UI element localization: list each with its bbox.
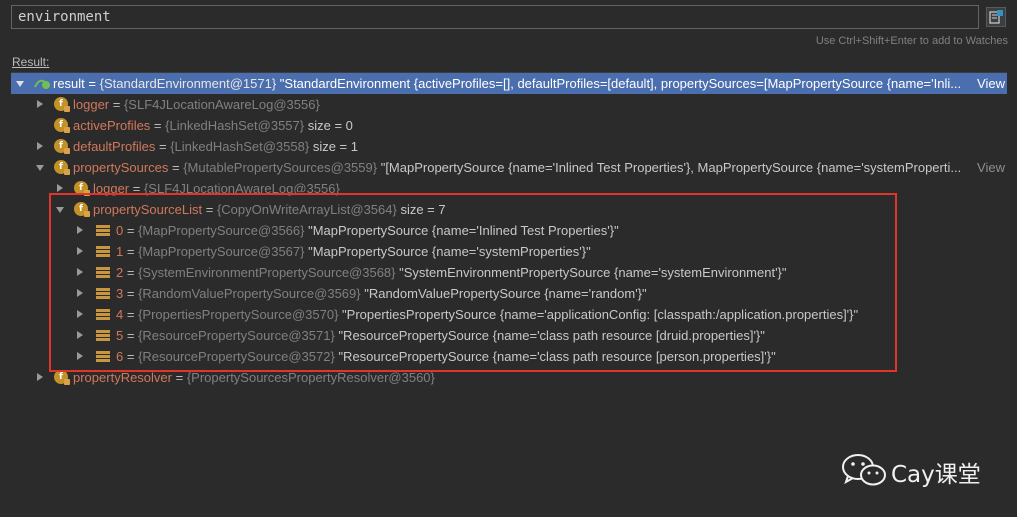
expand-arrow-icon[interactable] (57, 184, 63, 192)
add-to-watches-button[interactable] (986, 7, 1006, 27)
expand-arrow-icon[interactable] (37, 100, 43, 108)
wechat-icon (842, 454, 886, 486)
field-icon: f (54, 118, 70, 133)
tree-row-defaultProfiles[interactable]: f defaultProfiles = {LinkedHashSet@3558}… (11, 136, 1007, 157)
field-icon: f (54, 370, 70, 385)
view-link[interactable]: View (977, 73, 1005, 94)
field-icon: f (54, 97, 70, 112)
tree-row-propertySources[interactable]: f propertySources = {MutablePropertySour… (11, 157, 1007, 178)
expand-arrow-icon[interactable] (37, 142, 43, 150)
tree-row-logger[interactable]: f logger = {SLF4JLocationAwareLog@3556} (11, 94, 1007, 115)
expand-arrow-icon[interactable] (37, 373, 43, 381)
watch-icon (989, 10, 1003, 24)
field-icon: f (54, 139, 70, 154)
watch-result-icon (34, 79, 50, 89)
collapse-arrow-icon[interactable] (16, 81, 24, 87)
field-icon: f (54, 160, 70, 175)
watermark-text: Cay课堂 (891, 462, 981, 488)
view-link[interactable]: View (977, 157, 1005, 178)
watches-hint: Use Ctrl+Shift+Enter to add to Watches (815, 35, 1008, 47)
collapse-arrow-icon[interactable] (36, 165, 44, 171)
result-label: Result: (12, 55, 50, 69)
tree-row-activeProfiles[interactable]: f activeProfiles = {LinkedHashSet@3557} … (11, 115, 1007, 136)
annotation-highlight-box (49, 193, 897, 372)
tree-row-result[interactable]: result = {StandardEnvironment@1571} "Sta… (11, 73, 1007, 94)
result-name: result (53, 76, 85, 91)
expression-input[interactable]: environment (11, 5, 979, 29)
